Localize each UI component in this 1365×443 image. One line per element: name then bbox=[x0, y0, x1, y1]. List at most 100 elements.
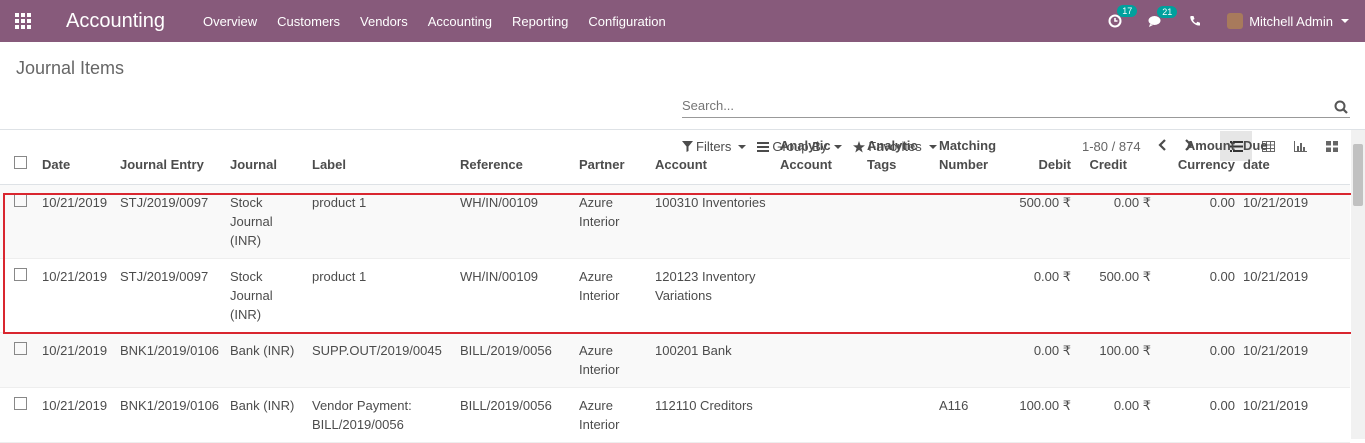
menu-accounting[interactable]: Accounting bbox=[428, 14, 492, 29]
search-bar bbox=[682, 98, 1350, 118]
header-credit[interactable]: Credit bbox=[1075, 130, 1155, 185]
cell-date: 10/21/2019 bbox=[38, 332, 116, 388]
header-reference[interactable]: Reference bbox=[456, 130, 575, 185]
table-row[interactable]: 10/21/2019 BNK1/2019/0106 Bank (INR) Ven… bbox=[0, 387, 1350, 443]
chevron-down-icon bbox=[1341, 19, 1349, 23]
cell-account: 100310 Inventories bbox=[651, 184, 776, 259]
header-debit[interactable]: Debit bbox=[1013, 130, 1075, 185]
cell-label: Vendor Payment: BILL/2019/0056 bbox=[308, 387, 456, 443]
phone-button[interactable] bbox=[1189, 15, 1201, 27]
avatar bbox=[1227, 13, 1244, 29]
cell-journal-entry: STJ/2019/0097 bbox=[116, 184, 226, 259]
table-row[interactable]: 10/21/2019 STJ/2019/0097 Stock Journal (… bbox=[0, 258, 1350, 333]
cell-date: 10/21/2019 bbox=[38, 258, 116, 333]
header-label[interactable]: Label bbox=[308, 130, 456, 185]
activities-badge: 17 bbox=[1117, 5, 1138, 17]
header-partner[interactable]: Partner bbox=[575, 130, 651, 185]
journal-items-table: Date Journal Entry Journal Label Referen… bbox=[0, 130, 1350, 443]
header-journal[interactable]: Journal bbox=[226, 130, 308, 185]
header-due-date[interactable]: Due date bbox=[1239, 130, 1350, 185]
cell-credit: 0.00 ₹ bbox=[1075, 387, 1155, 443]
table-row[interactable]: 10/21/2019 STJ/2019/0097 Stock Journal (… bbox=[0, 184, 1350, 259]
cell-due-date: 10/21/2019 bbox=[1239, 258, 1350, 333]
row-checkbox[interactable] bbox=[14, 342, 27, 355]
cell-partner: Azure Interior bbox=[575, 387, 651, 443]
header-analytic-tags[interactable]: Analytic Tags bbox=[863, 130, 935, 185]
header-date[interactable]: Date bbox=[38, 130, 116, 185]
user-name: Mitchell Admin bbox=[1249, 13, 1333, 29]
cell-matching-number: A116 bbox=[935, 387, 1013, 443]
search-input[interactable] bbox=[682, 98, 1322, 113]
select-all-checkbox[interactable] bbox=[14, 156, 27, 169]
table-header-row: Date Journal Entry Journal Label Referen… bbox=[0, 130, 1350, 185]
activities-button[interactable]: 17 bbox=[1108, 5, 1138, 28]
app-brand[interactable]: Accounting bbox=[66, 10, 165, 33]
cell-label: product 1 bbox=[308, 258, 456, 333]
vertical-scrollbar[interactable] bbox=[1351, 130, 1365, 439]
header-analytic-account[interactable]: Analytic Account bbox=[776, 130, 863, 185]
menu-reporting[interactable]: Reporting bbox=[512, 14, 568, 29]
cell-journal-entry: BNK1/2019/0106 bbox=[116, 332, 226, 388]
row-checkbox[interactable] bbox=[14, 397, 27, 410]
cell-matching-number bbox=[935, 258, 1013, 333]
cell-due-date: 10/21/2019 bbox=[1239, 332, 1350, 388]
scrollbar-thumb[interactable] bbox=[1353, 144, 1363, 206]
row-checkbox[interactable] bbox=[14, 194, 27, 207]
cell-analytic-tags bbox=[863, 387, 935, 443]
cell-analytic-account bbox=[776, 332, 863, 388]
cell-date: 10/21/2019 bbox=[38, 387, 116, 443]
top-navbar: Accounting Overview Customers Vendors Ac… bbox=[0, 0, 1365, 42]
cell-journal: Stock Journal (INR) bbox=[226, 184, 308, 259]
cell-amount-currency: 0.00 bbox=[1155, 387, 1239, 443]
cell-due-date: 10/21/2019 bbox=[1239, 387, 1350, 443]
cell-reference: BILL/2019/0056 bbox=[456, 332, 575, 388]
cell-label: product 1 bbox=[308, 184, 456, 259]
messages-button[interactable]: 21 bbox=[1148, 5, 1178, 28]
cell-analytic-tags bbox=[863, 258, 935, 333]
cell-account: 112110 Creditors bbox=[651, 387, 776, 443]
header-amount-currency[interactable]: Amount Currency bbox=[1155, 130, 1239, 185]
cell-date: 10/21/2019 bbox=[38, 184, 116, 259]
menu-overview[interactable]: Overview bbox=[203, 14, 257, 29]
cell-partner: Azure Interior bbox=[575, 258, 651, 333]
header-matching-number[interactable]: Matching Number bbox=[935, 130, 1013, 185]
cell-amount-currency: 0.00 bbox=[1155, 258, 1239, 333]
cell-journal-entry: BNK1/2019/0106 bbox=[116, 387, 226, 443]
cell-reference: BILL/2019/0056 bbox=[456, 387, 575, 443]
cell-debit: 0.00 ₹ bbox=[1013, 332, 1075, 388]
cell-reference: WH/IN/00109 bbox=[456, 184, 575, 259]
phone-icon bbox=[1190, 16, 1201, 26]
menu-configuration[interactable]: Configuration bbox=[588, 14, 665, 29]
cell-debit: 100.00 ₹ bbox=[1013, 387, 1075, 443]
messages-badge: 21 bbox=[1157, 5, 1178, 18]
search-icon[interactable] bbox=[1334, 100, 1348, 114]
menu-customers[interactable]: Customers bbox=[277, 14, 340, 29]
cell-analytic-tags bbox=[863, 332, 935, 388]
cell-account: 100201 Bank bbox=[651, 332, 776, 388]
cell-due-date: 10/21/2019 bbox=[1239, 184, 1350, 259]
cell-analytic-account bbox=[776, 387, 863, 443]
cell-debit: 0.00 ₹ bbox=[1013, 258, 1075, 333]
apps-menu-icon[interactable] bbox=[0, 0, 46, 42]
table-row[interactable]: 10/21/2019 BNK1/2019/0106 Bank (INR) SUP… bbox=[0, 332, 1350, 388]
cell-partner: Azure Interior bbox=[575, 184, 651, 259]
cell-analytic-account bbox=[776, 258, 863, 333]
cell-credit: 0.00 ₹ bbox=[1075, 184, 1155, 259]
cell-journal-entry: STJ/2019/0097 bbox=[116, 258, 226, 333]
cell-debit: 500.00 ₹ bbox=[1013, 184, 1075, 259]
cell-partner: Azure Interior bbox=[575, 332, 651, 388]
header-account[interactable]: Account bbox=[651, 130, 776, 185]
row-checkbox[interactable] bbox=[14, 268, 27, 281]
cell-analytic-account bbox=[776, 184, 863, 259]
cell-credit: 100.00 ₹ bbox=[1075, 332, 1155, 388]
header-journal-entry[interactable]: Journal Entry bbox=[116, 130, 226, 185]
cell-matching-number bbox=[935, 332, 1013, 388]
control-panel: Journal Items Filters Group By Favorites… bbox=[0, 42, 1365, 161]
cell-reference: WH/IN/00109 bbox=[456, 258, 575, 333]
menu-vendors[interactable]: Vendors bbox=[360, 14, 408, 29]
cell-analytic-tags bbox=[863, 184, 935, 259]
user-menu[interactable]: Mitchell Admin bbox=[1227, 13, 1349, 29]
cell-account: 120123 Inventory Variations bbox=[651, 258, 776, 333]
main-menu: Overview Customers Vendors Accounting Re… bbox=[203, 14, 686, 29]
page-title: Journal Items bbox=[16, 58, 125, 78]
